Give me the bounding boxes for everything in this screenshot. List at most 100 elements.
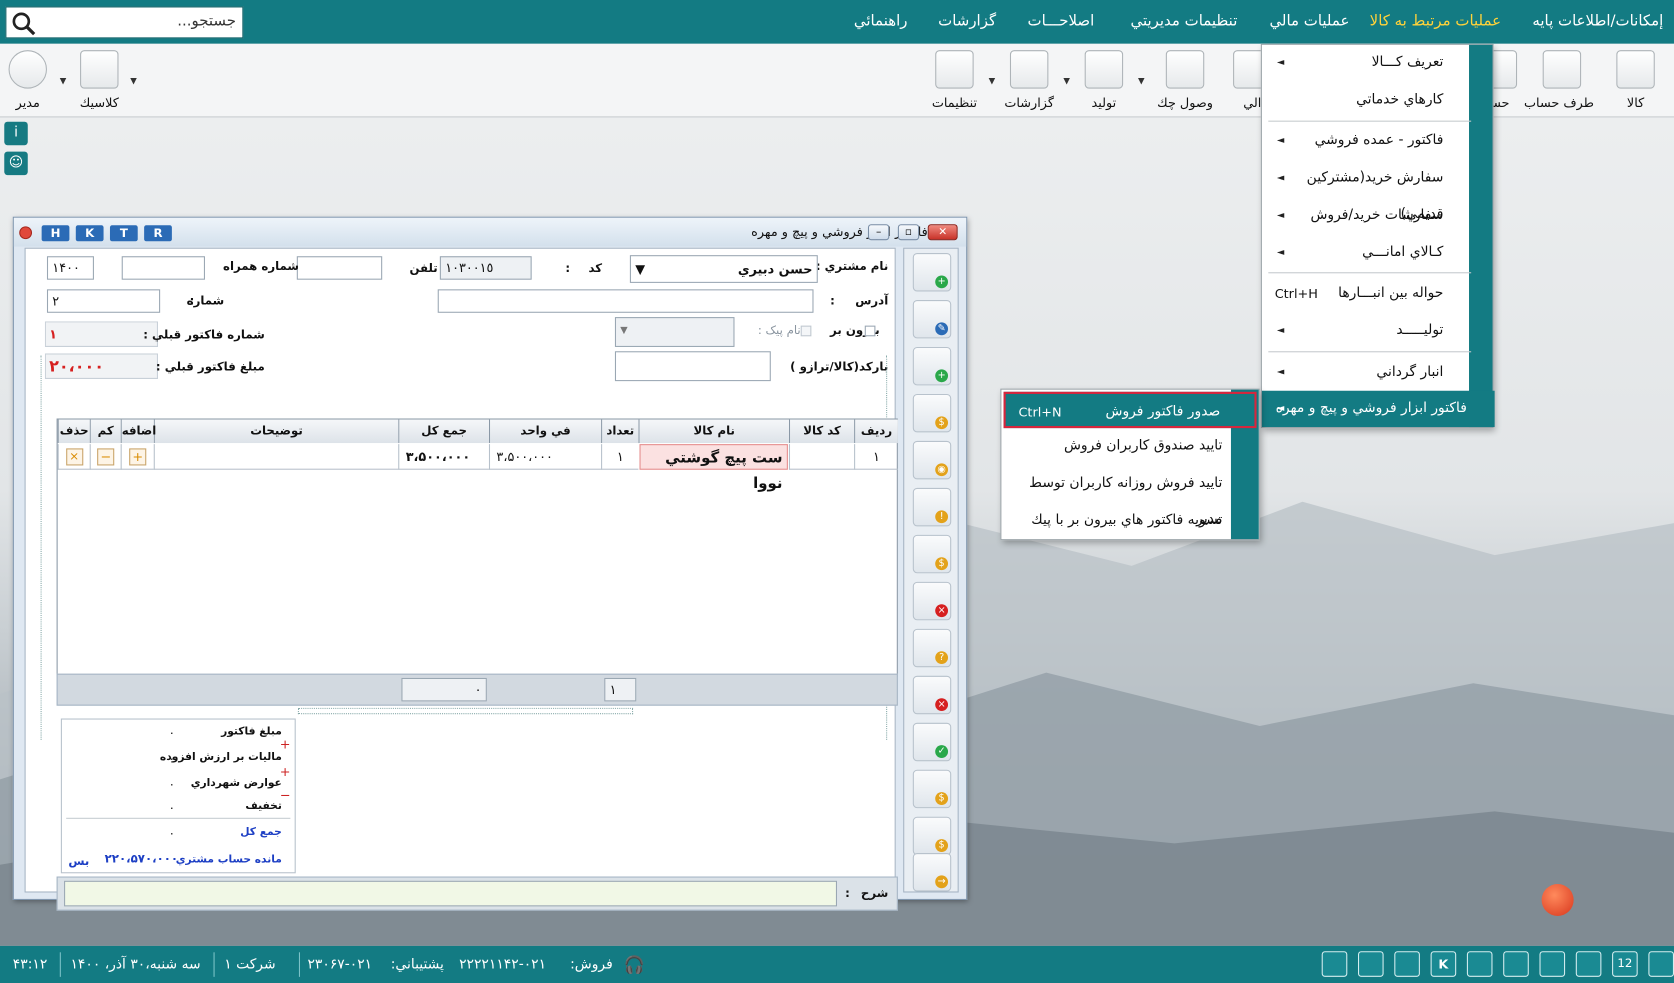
- toolbar-cheque[interactable]: وصول چك: [1153, 47, 1217, 115]
- menu-basic-info[interactable]: إمكانات/اطلاعات پايه: [1532, 0, 1663, 44]
- close-dot-icon[interactable]: [19, 226, 33, 240]
- col-qty[interactable]: تعداد: [601, 419, 639, 444]
- hk-button-h[interactable]: H: [41, 225, 70, 242]
- search-icon[interactable]: [11, 11, 37, 37]
- chevron-down-icon[interactable]: ▼: [1138, 76, 1145, 86]
- chevron-down-icon[interactable]: ▼: [60, 76, 67, 86]
- delete-icon[interactable]: ×: [65, 448, 83, 466]
- close-button[interactable]: ✕: [927, 224, 958, 241]
- chevron-down-icon[interactable]: ▼: [130, 76, 137, 86]
- col-name[interactable]: نام كالا: [638, 419, 789, 444]
- col-row[interactable]: رديف: [854, 419, 898, 444]
- mobile-field[interactable]: [121, 256, 205, 280]
- plus-icon[interactable]: +: [129, 448, 147, 466]
- minus-icon[interactable]: −: [97, 448, 115, 466]
- hk-button-r[interactable]: R: [144, 225, 172, 242]
- courier-checkbox[interactable]: [800, 325, 812, 337]
- print-delete-icon[interactable]: ×: [912, 675, 952, 715]
- col-unit-price[interactable]: في واحد: [488, 419, 602, 444]
- grid-calendar-icon[interactable]: [1648, 951, 1674, 977]
- toolbar-party[interactable]: طرف حساب: [1524, 47, 1594, 115]
- menu-corrections[interactable]: اصلاحـــات: [1028, 0, 1095, 44]
- menu-item-orders[interactable]: سفارشات خريد/فروش ◄: [1262, 198, 1471, 234]
- approve-icon[interactable]: ✓: [912, 722, 952, 762]
- hk-button-t[interactable]: T: [109, 225, 138, 242]
- toolbar-product[interactable]: كالا: [1604, 47, 1668, 115]
- phone-field[interactable]: [296, 256, 383, 280]
- invoice-icon[interactable]: [1321, 951, 1348, 977]
- toolbar-user[interactable]: مدير: [0, 47, 60, 115]
- submenu-item-cashbox-approval[interactable]: تاييد صندوق كاربران فروش: [1001, 428, 1233, 464]
- calendar-search-icon[interactable]: [1357, 951, 1384, 977]
- menu-item-hardware-invoice[interactable]: فاكتور ابزار فروشي و پيچ و مهره ◄: [1261, 390, 1495, 428]
- year-field[interactable]: ١۴٠٠: [46, 256, 94, 280]
- chevron-down-icon[interactable]: ▼: [989, 76, 996, 86]
- number-field[interactable]: ٢: [46, 289, 161, 313]
- cell-qty[interactable]: ١: [601, 444, 639, 470]
- menu-admin-settings[interactable]: تنظيمات مديريتي: [1131, 0, 1238, 44]
- exchange-icon[interactable]: $: [912, 816, 952, 856]
- phone-icon[interactable]: [1394, 951, 1420, 977]
- maximize-button[interactable]: ▫: [897, 224, 920, 241]
- menu-item-services[interactable]: كارهاي خدماتي: [1262, 82, 1471, 118]
- toolbar-reports[interactable]: گزارشات: [997, 47, 1061, 115]
- cell-code[interactable]: [788, 444, 855, 470]
- sharh-field[interactable]: [64, 880, 837, 907]
- note-icon[interactable]: [1503, 951, 1529, 977]
- chevron-down-icon[interactable]: ▼: [1063, 76, 1070, 86]
- new-invoice-icon[interactable]: +: [912, 253, 952, 292]
- share-icon[interactable]: [1539, 951, 1566, 977]
- col-delete[interactable]: حذف: [57, 419, 90, 444]
- toolbar-settings[interactable]: تنظيمات: [922, 47, 986, 115]
- toolbar-theme[interactable]: كلاسيك: [67, 47, 131, 115]
- search-input[interactable]: جستجو...: [177, 13, 236, 30]
- code-field[interactable]: ١٠٣٠٠١٥: [439, 256, 532, 280]
- col-less[interactable]: كم: [89, 419, 121, 444]
- menu-item-production[interactable]: توليـــــد ◄: [1262, 313, 1471, 349]
- payment-icon[interactable]: $: [912, 769, 952, 809]
- add-customer-icon[interactable]: +: [912, 346, 952, 386]
- calculator-icon[interactable]: $: [912, 393, 952, 433]
- menu-financial-ops[interactable]: عمليات مالي: [1269, 0, 1349, 44]
- customer-select[interactable]: حسن دبيري ▼: [629, 255, 818, 283]
- submenu-item-daily-approval[interactable]: تاييد فروش روزانه كاربران توسط مدير: [1001, 465, 1233, 527]
- menu-product-ops[interactable]: عمليات مرتبط به كالا: [1370, 0, 1501, 44]
- barcode-field[interactable]: [614, 351, 771, 382]
- submenu-item-issue-invoice[interactable]: صدور فاكتور فروش Ctrl+N: [1003, 391, 1257, 429]
- menu-item-inventory[interactable]: انبار گرداني ◄: [1262, 354, 1471, 390]
- courier-select[interactable]: ▼: [614, 317, 735, 347]
- edit-invoice-icon[interactable]: ✎: [912, 299, 952, 339]
- menu-item-consignment[interactable]: كـالاي امانـــي ◄: [1262, 235, 1471, 271]
- save-icon[interactable]: ◉: [912, 440, 952, 480]
- info-icon[interactable]: i: [4, 121, 28, 146]
- cell-desc[interactable]: [153, 444, 399, 470]
- hk-button-k[interactable]: K: [75, 225, 104, 242]
- splitter[interactable]: [297, 707, 634, 715]
- minimize-button[interactable]: –: [867, 224, 890, 241]
- menu-item-purchase-order-old[interactable]: سفارش خريد(مشتركين قديمي) ◄: [1262, 160, 1471, 222]
- submenu-item-courier-settlement[interactable]: تسويه فاكتور هاي بيرون بر با پيك: [1001, 503, 1233, 539]
- toolbar-production[interactable]: توليد: [1072, 47, 1136, 115]
- col-desc[interactable]: توضيحات: [153, 419, 399, 444]
- menu-item-warehouse-transfer[interactable]: حواله بين انبـــارها Ctrl+H: [1262, 275, 1471, 311]
- reminder-icon[interactable]: [1575, 951, 1602, 977]
- search-box[interactable]: جستجو...: [5, 6, 244, 39]
- calendar-icon[interactable]: 12: [1612, 951, 1638, 977]
- col-total[interactable]: جمع كل: [398, 419, 489, 444]
- support-icon[interactable]: ☺: [4, 151, 28, 176]
- calculator-icon[interactable]: [1466, 951, 1493, 977]
- menu-help[interactable]: راهنمائي: [854, 0, 908, 44]
- print-cancel-icon[interactable]: ×: [912, 581, 952, 621]
- delivery-icon[interactable]: !: [912, 487, 952, 527]
- k-icon[interactable]: K: [1430, 951, 1457, 977]
- menu-item-define-product[interactable]: تعريف كـــالا ◄: [1262, 45, 1471, 81]
- col-code[interactable]: كد كالا: [788, 419, 855, 444]
- col-add[interactable]: اضافه: [120, 419, 156, 444]
- menu-item-wholesale-invoice[interactable]: فاكتور - عمده فروشي ◄: [1262, 123, 1471, 159]
- menu-reports[interactable]: گزارشات: [938, 0, 996, 44]
- address-field[interactable]: [437, 289, 814, 313]
- cell-name[interactable]: ست پيچ گوشتي نووا: [639, 444, 788, 492]
- print-preview-icon[interactable]: ?: [912, 628, 952, 668]
- print-icon[interactable]: $: [912, 534, 952, 574]
- cell-unit-price[interactable]: ٣،۵٠٠،٠٠٠: [488, 444, 602, 470]
